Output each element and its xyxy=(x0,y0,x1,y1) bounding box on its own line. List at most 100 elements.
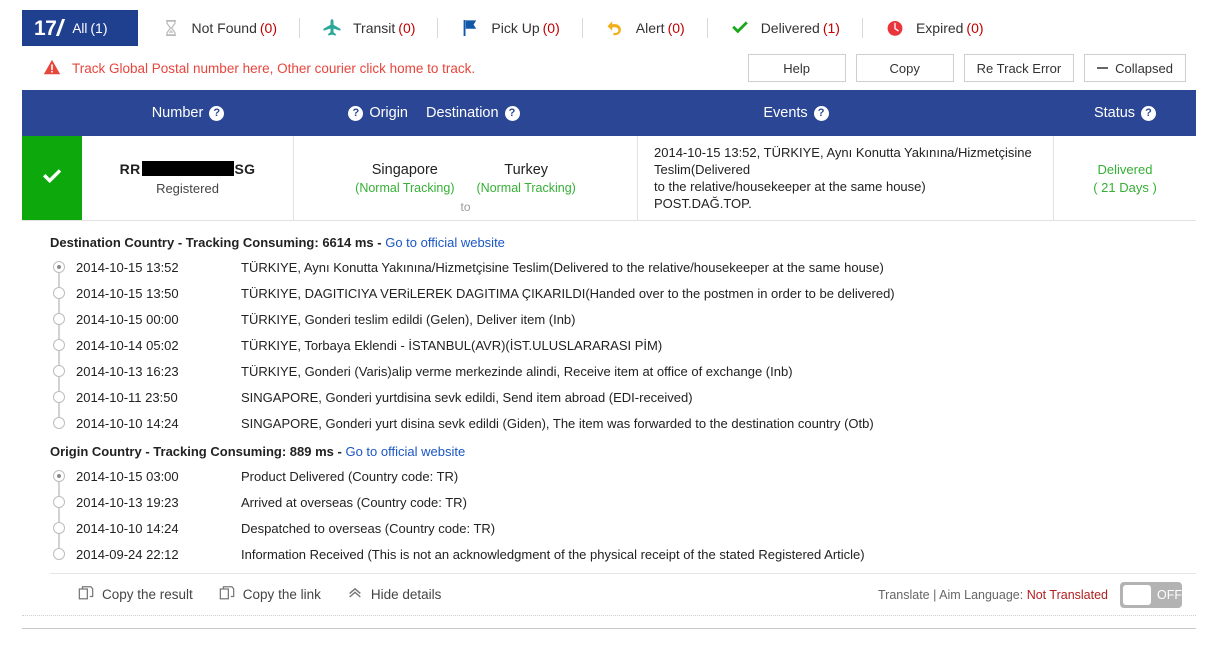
tab-not-found-label: Not Found xyxy=(191,20,257,36)
origin-tracking-type: (Normal Tracking) xyxy=(355,180,455,195)
row-status-indicator xyxy=(22,136,82,220)
destination-section-consuming: - Tracking Consuming: 6614 ms - xyxy=(177,235,382,250)
tab-all-label: All xyxy=(72,20,88,36)
help-icon-origin[interactable]: ? xyxy=(348,105,364,121)
help-icon-destination[interactable]: ? xyxy=(504,105,520,121)
help-icon-events[interactable]: ? xyxy=(813,105,829,121)
list-item: 2014-10-15 13:52 TÜRKIYE, Aynı Konutta Y… xyxy=(50,254,1196,280)
tab-delivered[interactable]: Delivered (1) xyxy=(706,10,862,46)
tab-transit[interactable]: Transit (0) xyxy=(299,10,437,46)
undo-arrow-icon xyxy=(604,17,626,39)
tab-delivered-label: Delivered xyxy=(760,20,820,36)
translate-label: Translate | Aim Language: xyxy=(877,587,1024,602)
chevron-up-icon xyxy=(347,585,363,604)
row-route-cell: Singapore (Normal Tracking) to Turkey (N… xyxy=(294,136,638,220)
copy-the-result-label: Copy the result xyxy=(102,587,193,602)
timeline-dot xyxy=(53,391,65,403)
hide-details-button[interactable]: Hide details xyxy=(347,585,442,604)
event-time: 2014-10-15 13:52 xyxy=(76,259,179,275)
event-text: TÜRKIYE, Gonderi (Varis)alip verme merke… xyxy=(241,363,793,379)
notice-toolbar-row: Track Global Postal number here, Other c… xyxy=(22,46,1196,90)
help-icon-status[interactable]: ? xyxy=(1141,105,1157,121)
action-button-row: Help Copy Re Track Error Collapsed xyxy=(747,54,1196,82)
timeline-dot-current xyxy=(53,470,65,482)
copy-icon xyxy=(219,585,235,604)
collapsed-button[interactable]: Collapsed xyxy=(1084,54,1186,82)
timeline-dot xyxy=(53,365,65,377)
tab-expired-label: Expired xyxy=(915,20,964,36)
event-time: 2014-10-15 13:50 xyxy=(76,285,179,301)
tracking-number[interactable]: RR SG xyxy=(120,161,256,177)
tab-pick-up[interactable]: Pick Up (0) xyxy=(437,10,581,46)
event-text: TÜRKIYE, Aynı Konutta Yakınına/Hizmetçis… xyxy=(241,259,884,275)
destination-official-website-link[interactable]: Go to official website xyxy=(385,235,505,250)
status-tab-bar: 17 All (1) Not Found (0) Transit (0) Pic… xyxy=(22,10,1196,46)
status-badge: Delivered xyxy=(1097,161,1153,177)
event-text: Product Delivered (Country code: TR) xyxy=(241,468,459,484)
tab-expired[interactable]: Expired (0) xyxy=(861,10,1006,46)
warning-triangle-icon xyxy=(42,57,62,80)
tab-alert[interactable]: Alert (0) xyxy=(581,10,707,46)
row-status-cell: Delivered ( 21 Days ) xyxy=(1054,136,1196,220)
timeline-dot xyxy=(53,496,65,508)
event-text: Information Received (This is not an ack… xyxy=(241,546,865,562)
results-table-header: Number ? ? Origin Destination ? Events ?… xyxy=(22,90,1196,136)
header-origin-label: Origin xyxy=(369,105,408,121)
hide-details-label: Hide details xyxy=(370,587,442,602)
clock-icon xyxy=(884,17,906,39)
copy-icon xyxy=(78,585,94,604)
page-content: 17 All (1) Not Found (0) Transit (0) Pic… xyxy=(22,10,1196,616)
help-icon-number[interactable]: ? xyxy=(209,105,225,121)
destination-country: Turkey xyxy=(504,161,549,178)
header-status: Status ? xyxy=(1054,105,1196,121)
list-item: 2014-09-24 22:12 Information Received (T… xyxy=(50,541,1196,567)
tracking-number-subtitle: Registered xyxy=(156,180,219,196)
header-events-label: Events xyxy=(763,105,808,121)
logo-17-icon: 17 xyxy=(34,18,62,39)
list-item: 2014-10-10 14:24 Despatched to overseas … xyxy=(50,515,1196,541)
event-text: TÜRKIYE, Torbaya Eklendi - İSTANBUL(AVR)… xyxy=(241,337,663,353)
tab-not-found[interactable]: Not Found (0) xyxy=(138,10,300,46)
timeline-dot xyxy=(53,548,65,560)
header-number-label: Number xyxy=(151,105,204,121)
copy-the-result-button[interactable]: Copy the result xyxy=(78,585,193,604)
timeline-dot-current xyxy=(53,261,65,273)
help-button[interactable]: Help xyxy=(747,54,846,82)
list-item: 2014-10-10 14:24 SINGAPORE, Gonderi yurt… xyxy=(50,410,1196,436)
detail-footer: Copy the result Copy the link Hide detai… xyxy=(50,573,1196,615)
event-time: 2014-10-15 00:00 xyxy=(76,311,179,327)
list-item: 2014-10-14 05:02 TÜRKIYE, Torbaya Eklend… xyxy=(50,332,1196,358)
translate-toggle[interactable]: OFF xyxy=(1120,581,1182,608)
copy-the-link-button[interactable]: Copy the link xyxy=(219,585,321,604)
tab-alert-label: Alert xyxy=(635,20,665,36)
event-time: 2014-10-15 03:00 xyxy=(76,468,179,484)
latest-event-line-2: to the relative/housekeeper at the same … xyxy=(654,179,926,194)
re-track-error-button[interactable]: Re Track Error xyxy=(963,54,1075,82)
header-destination-label: Destination xyxy=(426,105,499,121)
timeline-dot xyxy=(53,417,65,429)
destination-timeline: 2014-10-15 13:52 TÜRKIYE, Aynı Konutta Y… xyxy=(50,254,1196,436)
tracking-detail-panel: Destination Country - Tracking Consuming… xyxy=(22,221,1196,616)
tab-all[interactable]: 17 All (1) xyxy=(22,10,138,46)
tab-not-found-count: (0) xyxy=(259,20,277,36)
collapsed-label: Collapsed xyxy=(1115,60,1173,76)
status-days: ( 21 Days ) xyxy=(1093,179,1157,195)
event-text: Despatched to overseas (Country code: TR… xyxy=(241,520,496,536)
destination-info: Turkey (Normal Tracking) xyxy=(477,162,576,195)
origin-section-label: Origin Country xyxy=(50,444,142,459)
copy-button[interactable]: Copy xyxy=(855,54,954,82)
timeline-dot xyxy=(53,339,65,351)
event-time: 2014-10-13 16:23 xyxy=(76,363,179,379)
minus-icon xyxy=(1097,67,1109,69)
origin-official-website-link[interactable]: Go to official website xyxy=(345,444,465,459)
origin-timeline: 2014-10-15 03:00 Product Delivered (Coun… xyxy=(50,463,1196,567)
table-row[interactable]: RR SG Registered Singapore (Normal Track… xyxy=(22,136,1196,221)
list-item: 2014-10-15 13:50 TÜRKIYE, DAGITICIYA VER… xyxy=(50,280,1196,306)
hourglass-icon xyxy=(160,17,182,39)
header-events: Events ? xyxy=(538,105,1054,121)
page-bottom-divider xyxy=(22,628,1196,629)
event-text: TÜRKIYE, Gonderi teslim edildi (Gelen), … xyxy=(241,311,576,327)
toggle-state-label: OFF xyxy=(1157,587,1182,602)
origin-section-title: Origin Country - Tracking Consuming: 889… xyxy=(50,444,1196,459)
destination-section-title: Destination Country - Tracking Consuming… xyxy=(50,235,1196,250)
